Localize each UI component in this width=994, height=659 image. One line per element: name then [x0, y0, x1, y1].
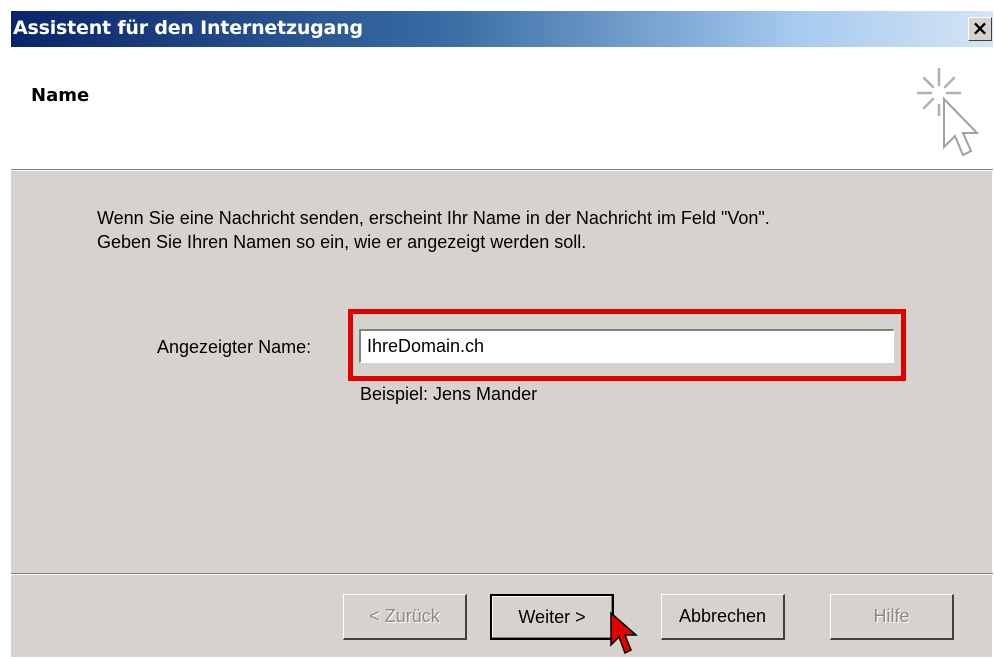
window-title: Assistent für den Internetzugang [13, 17, 363, 39]
instruction-line-1: Wenn Sie eine Nachricht senden, erschein… [97, 208, 770, 228]
page-title: Name [31, 85, 90, 106]
wizard-sparkle-cursor-icon [916, 67, 980, 157]
close-button[interactable]: × [968, 17, 992, 41]
example-hint: Beispiel: Jens Mander [360, 384, 538, 404]
title-bar[interactable]: Assistent für den Internetzugang × [11, 11, 993, 47]
next-button[interactable]: Weiter > [490, 594, 614, 640]
instruction-text: Wenn Sie eine Nachricht senden, erschein… [97, 206, 967, 254]
help-button[interactable]: Hilfe [830, 594, 954, 640]
wizard-header: Name [11, 47, 993, 169]
display-name-input[interactable] [359, 329, 894, 363]
wizard-dialog: Assistent für den Internetzugang × Name … [10, 10, 993, 657]
display-name-label: Angezeigter Name: [157, 337, 312, 357]
mouse-pointer-icon [610, 611, 638, 655]
instruction-line-2: Geben Sie Ihren Namen so ein, wie er ang… [97, 232, 587, 252]
back-button[interactable]: < Zurück [343, 594, 467, 640]
cancel-button[interactable]: Abbrechen [661, 594, 785, 640]
